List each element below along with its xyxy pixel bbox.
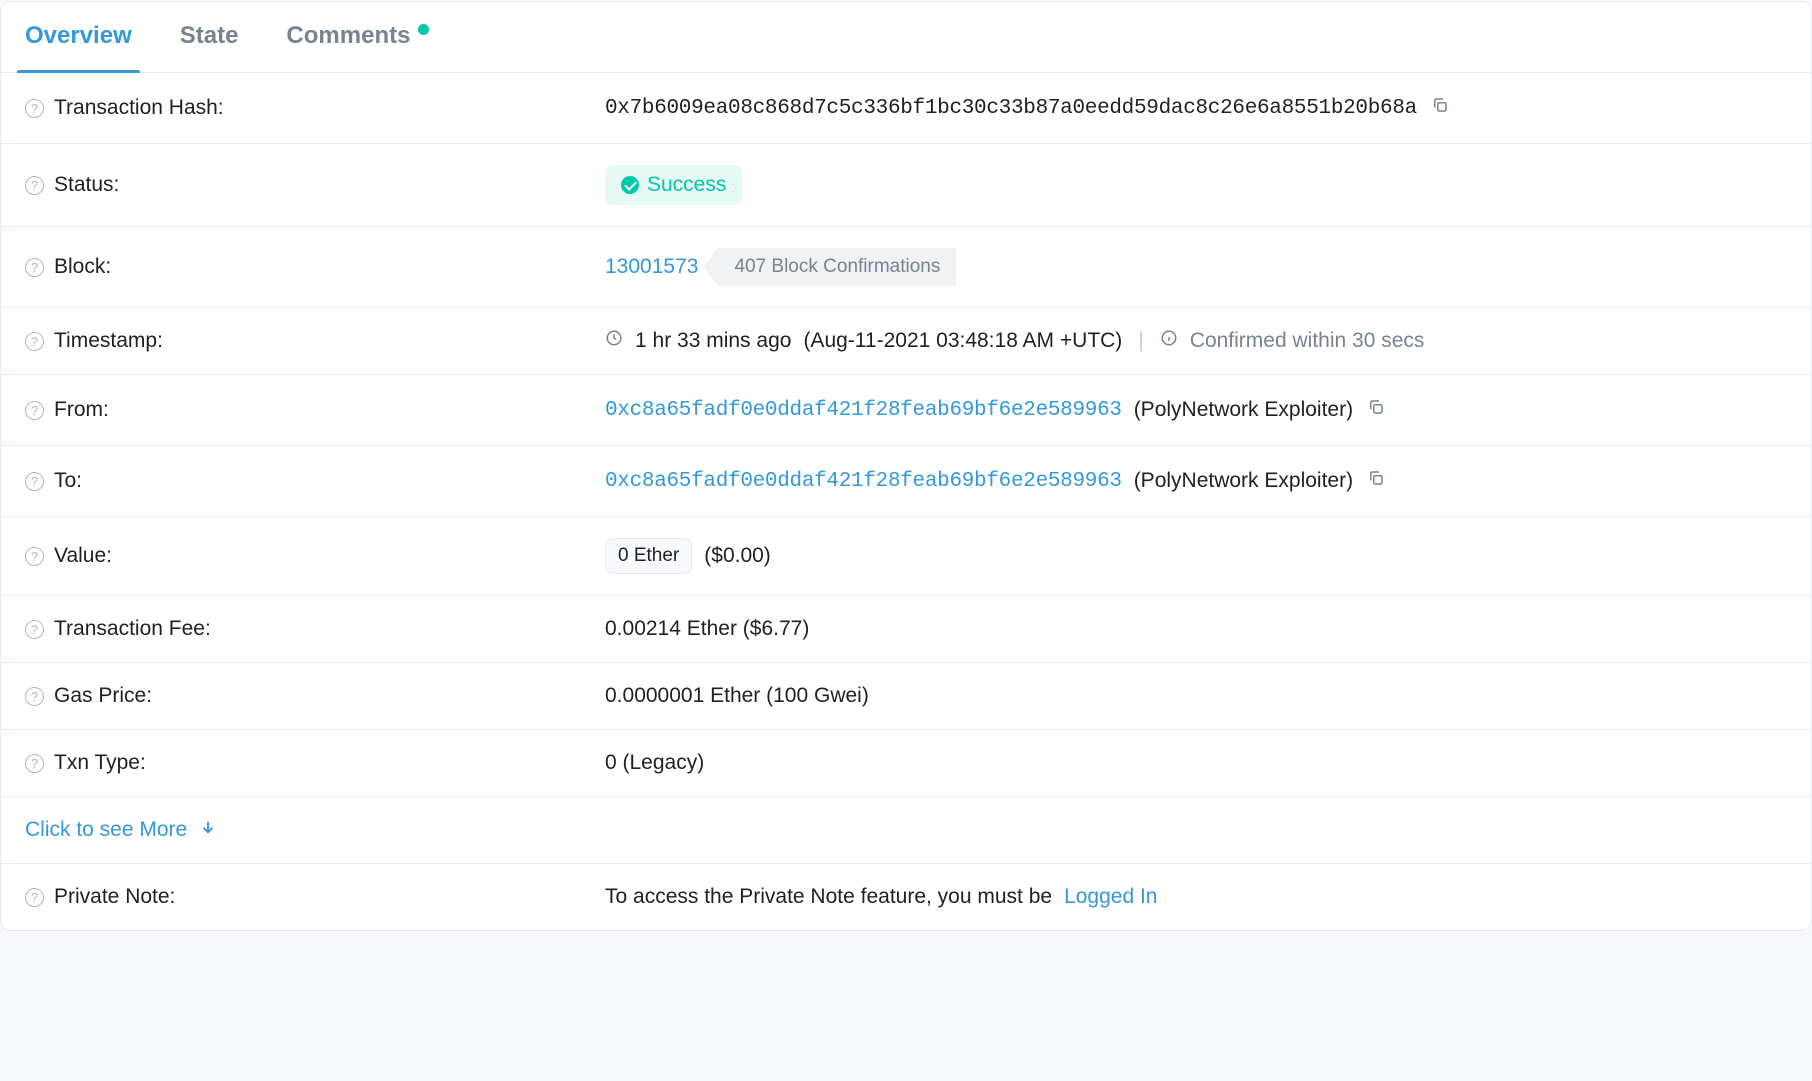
- row-timestamp: ? Timestamp: 1 hr 33 mins ago (Aug-11-20…: [1, 308, 1811, 375]
- tab-comments-label: Comments: [286, 22, 410, 49]
- check-circle-icon: [621, 176, 639, 194]
- logged-in-link[interactable]: Logged In: [1064, 885, 1157, 909]
- row-private-note: ? Private Note: To access the Private No…: [1, 864, 1811, 930]
- transaction-card: Overview State Comments ? Transaction Ha…: [0, 1, 1812, 931]
- row-to: ? To: 0xc8a65fadf0e0ddaf421f28feab69bf6e…: [1, 446, 1811, 517]
- label-txn-fee: ? Transaction Fee:: [25, 617, 605, 641]
- clock-icon: [605, 329, 623, 353]
- see-more-row: Click to see More: [1, 797, 1811, 864]
- help-icon[interactable]: ?: [25, 99, 44, 118]
- tabs: Overview State Comments: [1, 2, 1811, 73]
- row-gas-price: ? Gas Price: 0.0000001 Ether (100 Gwei): [1, 663, 1811, 730]
- label-status: ? Status:: [25, 173, 605, 197]
- help-icon[interactable]: ?: [25, 620, 44, 639]
- arrow-down-icon: [199, 818, 217, 842]
- txn-type-value: 0 (Legacy): [605, 751, 704, 775]
- help-icon[interactable]: ?: [25, 258, 44, 277]
- to-address-link[interactable]: 0xc8a65fadf0e0ddaf421f28feab69bf6e2e5899…: [605, 470, 1122, 493]
- row-txn-hash: ? Transaction Hash: 0x7b6009ea08c868d7c5…: [1, 73, 1811, 144]
- help-icon[interactable]: ?: [25, 754, 44, 773]
- label-block: ? Block:: [25, 255, 605, 279]
- status-badge: Success: [605, 165, 742, 205]
- row-value: ? Value: 0 Ether ($0.00): [1, 517, 1811, 596]
- label-txn-type: ? Txn Type:: [25, 751, 605, 775]
- label-from: ? From:: [25, 398, 605, 422]
- gas-price-value: 0.0000001 Ether (100 Gwei): [605, 684, 869, 708]
- label-timestamp: ? Timestamp:: [25, 329, 605, 353]
- txn-fee-value: 0.00214 Ether ($6.77): [605, 617, 809, 641]
- help-icon[interactable]: ?: [25, 687, 44, 706]
- tab-state[interactable]: State: [180, 22, 239, 72]
- help-icon[interactable]: ?: [25, 176, 44, 195]
- row-txn-type: ? Txn Type: 0 (Legacy): [1, 730, 1811, 797]
- value-usd: ($0.00): [704, 544, 771, 568]
- help-icon[interactable]: ?: [25, 401, 44, 420]
- row-block: ? Block: 13001573 407 Block Confirmation…: [1, 227, 1811, 308]
- timestamp-relative: 1 hr 33 mins ago: [635, 329, 791, 353]
- label-value: ? Value:: [25, 544, 605, 568]
- block-confirmations-badge: 407 Block Confirmations: [718, 248, 956, 286]
- label-gas-price: ? Gas Price:: [25, 684, 605, 708]
- label-private-note: ? Private Note:: [25, 885, 605, 909]
- tab-overview[interactable]: Overview: [25, 22, 132, 72]
- copy-icon[interactable]: [1365, 396, 1387, 424]
- help-icon[interactable]: ?: [25, 332, 44, 351]
- txn-hash-value: 0x7b6009ea08c868d7c5c336bf1bc30c33b87a0e…: [605, 97, 1417, 120]
- timestamp-confirmed: Confirmed within 30 secs: [1190, 329, 1425, 353]
- info-icon: [1160, 329, 1178, 353]
- to-address-label: (PolyNetwork Exploiter): [1134, 469, 1353, 493]
- block-number-link[interactable]: 13001573: [605, 255, 698, 279]
- help-icon[interactable]: ?: [25, 547, 44, 566]
- label-txn-hash: ? Transaction Hash:: [25, 96, 605, 120]
- help-icon[interactable]: ?: [25, 472, 44, 491]
- row-txn-fee: ? Transaction Fee: 0.00214 Ether ($6.77): [1, 596, 1811, 663]
- timestamp-absolute: (Aug-11-2021 03:48:18 AM +UTC): [803, 329, 1122, 353]
- see-more-link[interactable]: Click to see More: [25, 818, 217, 842]
- from-address-label: (PolyNetwork Exploiter): [1134, 398, 1353, 422]
- tab-comments[interactable]: Comments: [286, 22, 429, 72]
- from-address-link[interactable]: 0xc8a65fadf0e0ddaf421f28feab69bf6e2e5899…: [605, 399, 1122, 422]
- help-icon[interactable]: ?: [25, 888, 44, 907]
- value-amount-pill: 0 Ether: [605, 538, 692, 574]
- label-to: ? To:: [25, 469, 605, 493]
- row-status: ? Status: Success: [1, 144, 1811, 227]
- copy-icon[interactable]: [1429, 94, 1451, 122]
- copy-icon[interactable]: [1365, 467, 1387, 495]
- comments-indicator-dot: [418, 24, 429, 35]
- row-from: ? From: 0xc8a65fadf0e0ddaf421f28feab69bf…: [1, 375, 1811, 446]
- private-note-text: To access the Private Note feature, you …: [605, 885, 1052, 909]
